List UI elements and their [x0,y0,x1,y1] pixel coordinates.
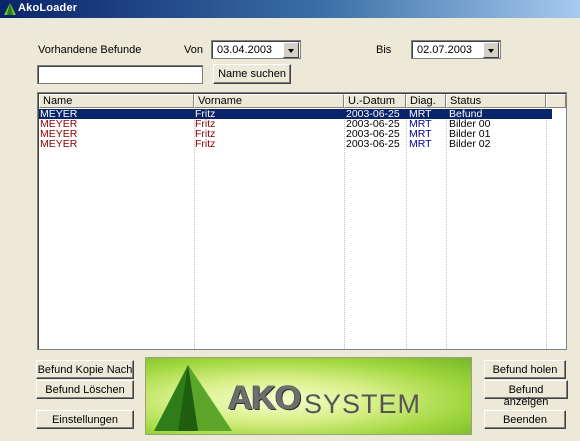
title-bar[interactable]: AkoLoader [0,0,580,18]
ako-system-banner: AKO SYSTEM [145,357,472,435]
column-header-name-label: Name [43,95,73,107]
befund-anzeigen-label: Befund anzeigen [503,384,549,408]
column-header-status[interactable]: Status [446,94,546,108]
table-row[interactable]: MEYER Fritz 2003-06-25 MRT Bilder 02 [39,138,552,150]
name-search-input[interactable] [37,65,203,84]
bis-date-combo[interactable]: 02.07.2003 [411,40,501,59]
column-header-vorname[interactable]: Vorname [194,94,344,108]
cell-vorname: Fritz [195,138,216,150]
window-title: AkoLoader [18,2,78,14]
von-label: Von [184,44,203,56]
beenden-label: Beenden [502,414,548,426]
befund-holen-label: Befund holen [492,364,558,376]
einstellungen-label: Einstellungen [51,414,119,426]
column-header-diag[interactable]: Diag. [406,94,446,108]
chevron-down-icon[interactable] [483,42,499,58]
column-header-status-label: Status [450,95,482,107]
befund-list[interactable]: Name Vorname U.-Datum Diag. Status MEYER… [37,92,567,350]
logo-system-text: SYSTEM [304,389,422,419]
name-search-button-label: Name suchen [218,68,286,80]
column-header-spacer [546,94,566,108]
cell-diag: MRT [409,138,432,150]
app-window: AkoLoader Vorhandene Befunde Von 03.04.2… [0,0,580,441]
column-header-vorname-label: Vorname [198,95,243,107]
befund-kopie-nach-label: Befund Kopie Nach [37,364,133,376]
befund-kopie-nach-button[interactable]: Befund Kopie Nach [36,360,134,379]
column-header-datum[interactable]: U.-Datum [344,94,406,108]
name-search-button[interactable]: Name suchen [213,64,291,84]
befund-holen-button[interactable]: Befund holen [484,360,566,379]
bis-date-value: 02.07.2003 [417,44,473,56]
von-date-combo[interactable]: 03.04.2003 [211,40,301,59]
column-header-name[interactable]: Name [39,94,194,108]
befund-loeschen-label: Befund Löschen [45,384,125,396]
cell-status: Bilder 02 [449,138,491,150]
vorhandene-befunde-label: Vorhandene Befunde [38,44,142,56]
befund-loeschen-button[interactable]: Befund Löschen [36,380,134,399]
pyramid-logo-icon [154,365,232,431]
pyramid-logo-icon [4,3,16,15]
cell-name: MEYER [40,138,78,150]
beenden-button[interactable]: Beenden [484,410,566,429]
bis-label: Bis [376,44,392,56]
cell-datum: 2003-06-25 [346,138,400,150]
befund-anzeigen-button[interactable]: Befund anzeigen [484,380,568,408]
logo-ako-text: AKO [228,379,302,417]
column-header-diag-label: Diag. [410,95,436,107]
von-date-value: 03.04.2003 [217,44,273,56]
chevron-down-icon[interactable] [283,42,299,58]
column-header-datum-label: U.-Datum [348,95,396,107]
einstellungen-button[interactable]: Einstellungen [36,410,134,429]
